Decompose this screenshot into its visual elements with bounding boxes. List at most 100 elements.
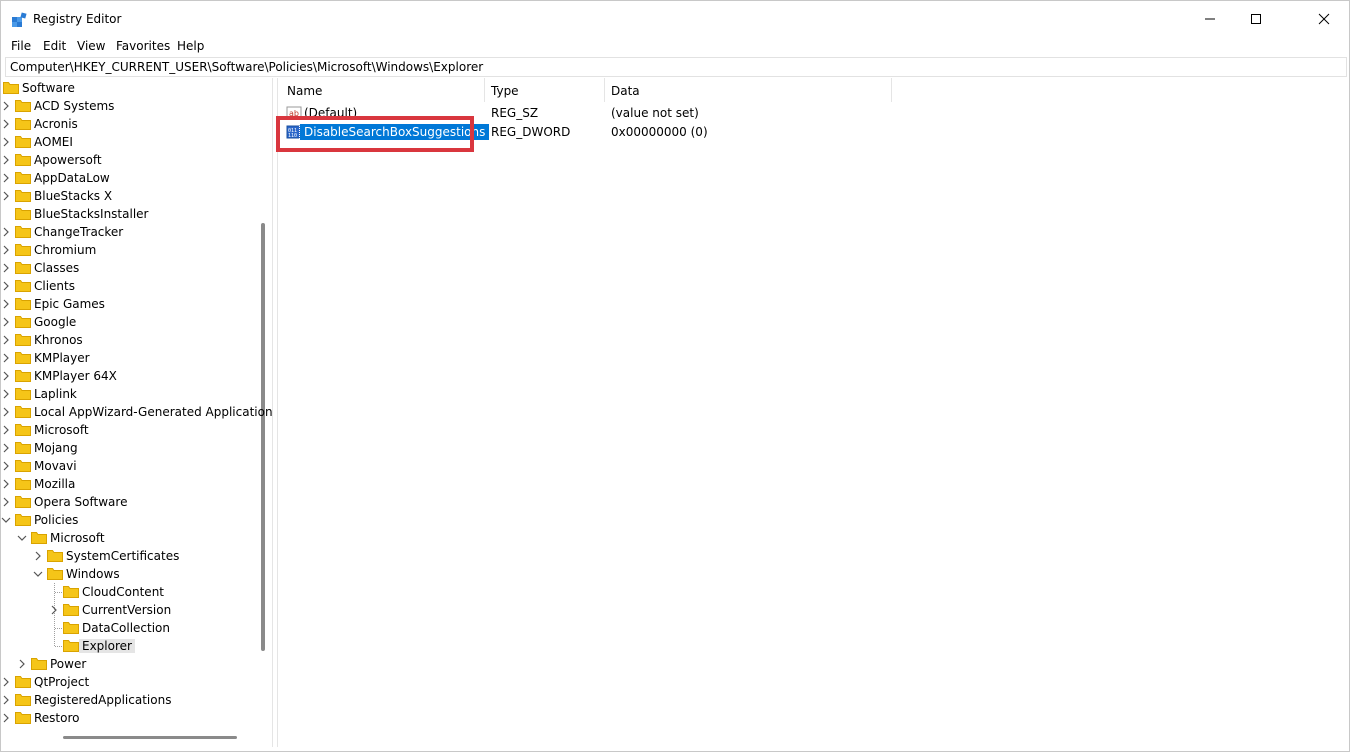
value-data: 0x00000000 (0)	[611, 125, 708, 139]
tree-item[interactable]: DataCollection	[1, 619, 261, 637]
chevron-right-icon[interactable]	[1, 100, 11, 112]
tree-item[interactable]: QtProject	[1, 673, 261, 691]
key-tree-pane[interactable]: SoftwareACD Systems Acronis AOMEIApowersof…	[1, 78, 273, 747]
tree-item[interactable]: Movavi	[1, 457, 261, 475]
tree-item-label: Mozilla	[34, 477, 75, 491]
tree-item[interactable]: AppDataLow	[1, 169, 261, 187]
chevron-right-icon[interactable]	[1, 352, 11, 364]
chevron-right-icon[interactable]	[1, 478, 11, 490]
folder-icon	[15, 117, 31, 130]
chevron-right-icon[interactable]	[1, 406, 11, 418]
menu-edit[interactable]: Edit	[43, 39, 66, 53]
tree-item[interactable]: Microsoft	[1, 529, 261, 547]
tree-horizontal-scrollbar[interactable]	[63, 736, 237, 739]
tree-item[interactable]: Software	[1, 79, 261, 97]
tree-item[interactable]: Chromium	[1, 241, 261, 259]
column-header-type[interactable]: Type	[491, 84, 519, 98]
tree-item[interactable]: Opera Software	[1, 493, 261, 511]
chevron-right-icon[interactable]	[1, 172, 11, 184]
folder-icon	[63, 585, 79, 598]
tree-item[interactable]: Google	[1, 313, 261, 331]
maximize-button[interactable]	[1233, 1, 1279, 37]
address-path[interactable]: Computer\HKEY_CURRENT_USER\Software\Poli…	[10, 60, 483, 74]
chevron-right-icon[interactable]	[1, 460, 11, 472]
menu-help[interactable]: Help	[177, 39, 204, 53]
menu-favorites[interactable]: Favorites	[116, 39, 170, 53]
tree-item[interactable]: Classes	[1, 259, 261, 277]
tree-item[interactable]: BlueStacks X	[1, 187, 261, 205]
chevron-right-icon[interactable]	[17, 658, 27, 670]
chevron-right-icon[interactable]	[1, 190, 11, 202]
chevron-right-icon[interactable]	[1, 334, 11, 346]
chevron-right-icon[interactable]	[1, 118, 11, 130]
tree-item-label: Acronis	[34, 117, 78, 131]
chevron-right-icon[interactable]	[1, 136, 11, 148]
minimize-button[interactable]	[1187, 1, 1233, 37]
tree-item[interactable]: Epic Games	[1, 295, 261, 313]
address-bar[interactable]: Computer\HKEY_CURRENT_USER\Software\Poli…	[5, 57, 1347, 77]
tree-item[interactable]: Laplink	[1, 385, 261, 403]
tree-item[interactable]: CurrentVersion	[1, 601, 261, 619]
tree-item[interactable]: Power	[1, 655, 261, 673]
chevron-right-icon[interactable]	[1, 424, 11, 436]
chevron-right-icon[interactable]	[1, 496, 11, 508]
tree-item[interactable]: Mozilla	[1, 475, 261, 493]
chevron-right-icon[interactable]	[1, 676, 11, 688]
tree-item[interactable]: SystemCertificates	[1, 547, 261, 565]
column-separator[interactable]	[891, 78, 892, 102]
column-header-name[interactable]: Name	[287, 84, 322, 98]
close-button[interactable]	[1301, 1, 1347, 37]
tree-item[interactable]: Microsoft	[1, 421, 261, 439]
tree-item[interactable]: RegisteredApplications	[1, 691, 261, 709]
tree-item[interactable]: Restoro	[1, 709, 261, 727]
column-separator[interactable]	[604, 78, 605, 102]
tree-item[interactable]: Apowersoft	[1, 151, 261, 169]
tree-item[interactable]: Khronos	[1, 331, 261, 349]
tree-item[interactable]: Explorer	[1, 637, 261, 655]
chevron-down-icon[interactable]	[33, 568, 43, 580]
chevron-right-icon[interactable]	[1, 244, 11, 256]
tree-item-label: CloudContent	[82, 585, 164, 599]
tree-item[interactable]: ChangeTracker	[1, 223, 261, 241]
chevron-right-icon[interactable]	[1, 694, 11, 706]
tree-item[interactable]: Local AppWizard-Generated Applications	[1, 403, 261, 421]
chevron-right-icon[interactable]	[1, 262, 11, 274]
tree-item-label: KMPlayer 64X	[34, 369, 117, 383]
chevron-right-icon[interactable]	[1, 388, 11, 400]
chevron-right-icon[interactable]	[1, 370, 11, 382]
tree-item[interactable]: AOMEI	[1, 133, 261, 151]
value-type: REG_DWORD	[491, 125, 570, 139]
chevron-down-icon[interactable]	[1, 514, 11, 526]
chevron-right-icon[interactable]	[1, 154, 11, 166]
tree-item[interactable]: Policies	[1, 511, 261, 529]
values-list-pane[interactable]: Name Type Data ab (Default) REG_SZ (valu…	[277, 78, 1347, 747]
tree-item[interactable]: CloudContent	[1, 583, 261, 601]
folder-icon	[15, 171, 31, 184]
tree-vertical-scrollbar[interactable]	[261, 223, 265, 651]
tree-item[interactable]: Mojang	[1, 439, 261, 457]
chevron-right-icon[interactable]	[1, 226, 11, 238]
tree-item[interactable]: KMPlayer	[1, 349, 261, 367]
chevron-right-icon[interactable]	[1, 298, 11, 310]
tree-item[interactable]: BlueStacksInstaller	[1, 205, 261, 223]
tree-item-label: Laplink	[34, 387, 77, 401]
tree-item[interactable]: ACD Systems	[1, 97, 261, 115]
column-header-data[interactable]: Data	[611, 84, 640, 98]
chevron-right-icon[interactable]	[1, 316, 11, 328]
chevron-right-icon[interactable]	[1, 712, 11, 724]
menu-file[interactable]: File	[11, 39, 31, 53]
chevron-right-icon[interactable]	[1, 442, 11, 454]
column-separator[interactable]	[484, 78, 485, 102]
tree-item[interactable]: Windows	[1, 565, 261, 583]
menu-view[interactable]: View	[77, 39, 105, 53]
tree-item[interactable]: Acronis	[1, 115, 261, 133]
chevron-right-icon[interactable]	[33, 550, 43, 562]
chevron-right-icon[interactable]	[49, 604, 59, 616]
chevron-down-icon[interactable]	[17, 532, 27, 544]
tree-item-label: Policies	[34, 513, 78, 527]
tree-item[interactable]: Clients	[1, 277, 261, 295]
title-bar[interactable]: Registry Editor	[1, 1, 1349, 37]
tree-item-label: Microsoft	[50, 531, 105, 545]
tree-item[interactable]: KMPlayer 64X	[1, 367, 261, 385]
chevron-right-icon[interactable]	[1, 280, 11, 292]
